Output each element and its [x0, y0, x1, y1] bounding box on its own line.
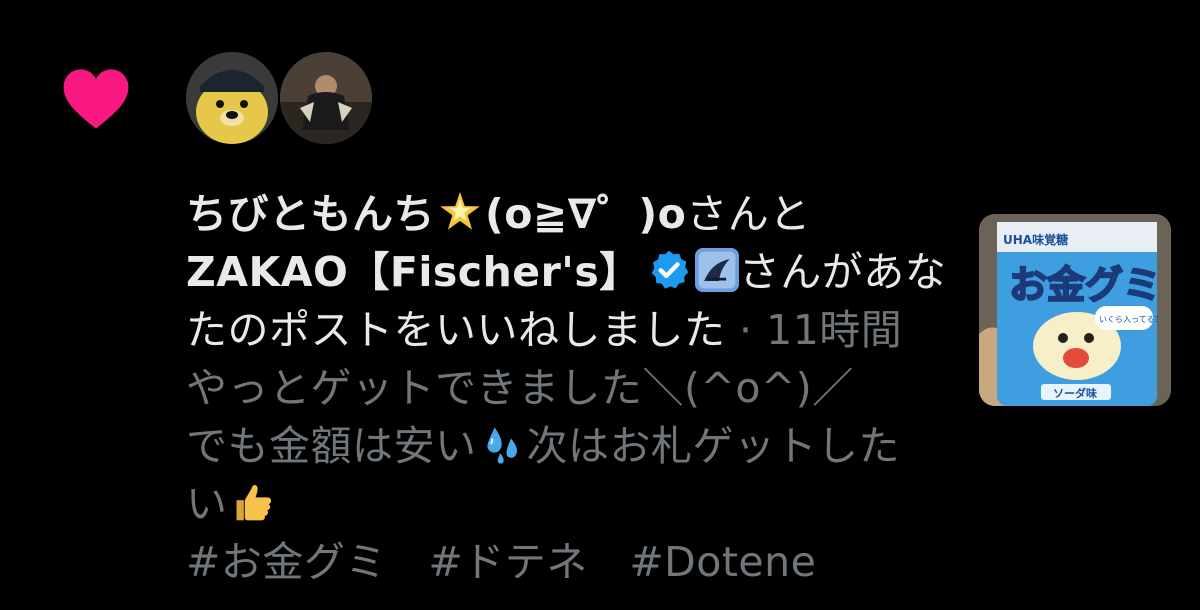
- hashtags: #お金グミ #ドテネ #Dotene: [186, 533, 926, 591]
- gummy-package-image: UHA味覚糖 お金グミ いくら入ってる？ ソーダ味: [979, 214, 1171, 406]
- bubble-label: いくら入ってる？: [1099, 315, 1163, 324]
- flavor-label: ソーダ味: [1053, 386, 1097, 400]
- actor1-name[interactable]: ちびともんち: [186, 190, 435, 238]
- sweat-droplets-icon: [486, 427, 517, 464]
- thumbs-up-icon: [236, 485, 271, 521]
- brand-label: UHA味覚糖: [1003, 232, 1068, 247]
- heart-icon: [63, 69, 129, 129]
- avatar-actor1[interactable]: [186, 52, 278, 144]
- post-text-2b: 次はお札ゲットした: [526, 422, 900, 470]
- notification-text: ちびともんち (o≧∇゜)oさんと ZAKAO【Fischer's】 さんがあな…: [186, 185, 946, 591]
- verified-icon: [651, 250, 689, 289]
- glowing-star-icon: [440, 191, 480, 230]
- actor2-name[interactable]: ZAKAO【Fischer's】: [186, 248, 641, 296]
- product-label: お金グミ: [1009, 263, 1161, 307]
- action-text: たのポストをいいねしました: [186, 306, 726, 354]
- notification-line-3: たのポストをいいねしました · 11時間: [186, 301, 926, 359]
- post-text-2a: でも金額は安い: [186, 422, 477, 470]
- post-thumbnail[interactable]: UHA味覚糖 お金グミ いくら入ってる？ ソーダ味: [979, 214, 1171, 406]
- avatar-actor2[interactable]: [280, 52, 372, 144]
- separator-dot: ·: [739, 306, 753, 354]
- avatar-image: [186, 52, 278, 144]
- avatar-image: [280, 52, 372, 144]
- post-text-3: い: [186, 480, 228, 528]
- notification-line-1: ちびともんち (o≧∇゜)oさんと: [186, 185, 926, 243]
- notification-line-2: ZAKAO【Fischer's】 さんがあな: [186, 243, 946, 301]
- hashtag-2[interactable]: #ドテネ: [428, 538, 587, 586]
- post-text-1: やっとゲットできました＼(^o^)／: [186, 364, 854, 412]
- affiliate-badge-icon: [694, 248, 739, 292]
- connector-2: さんがあな: [738, 248, 947, 296]
- connector-1: さんと: [686, 190, 811, 238]
- timestamp[interactable]: 11時間: [766, 306, 902, 354]
- post-line-3: い: [186, 475, 926, 533]
- hashtag-1[interactable]: #お金グミ: [186, 538, 387, 586]
- post-line-1: やっとゲットできました＼(^o^)／: [186, 359, 926, 417]
- actor1-suffix[interactable]: (o≧∇゜)o: [485, 190, 686, 238]
- hashtag-3[interactable]: #Dotene: [629, 538, 816, 586]
- post-line-2: でも金額は安い 次はお札ゲットした: [186, 417, 926, 475]
